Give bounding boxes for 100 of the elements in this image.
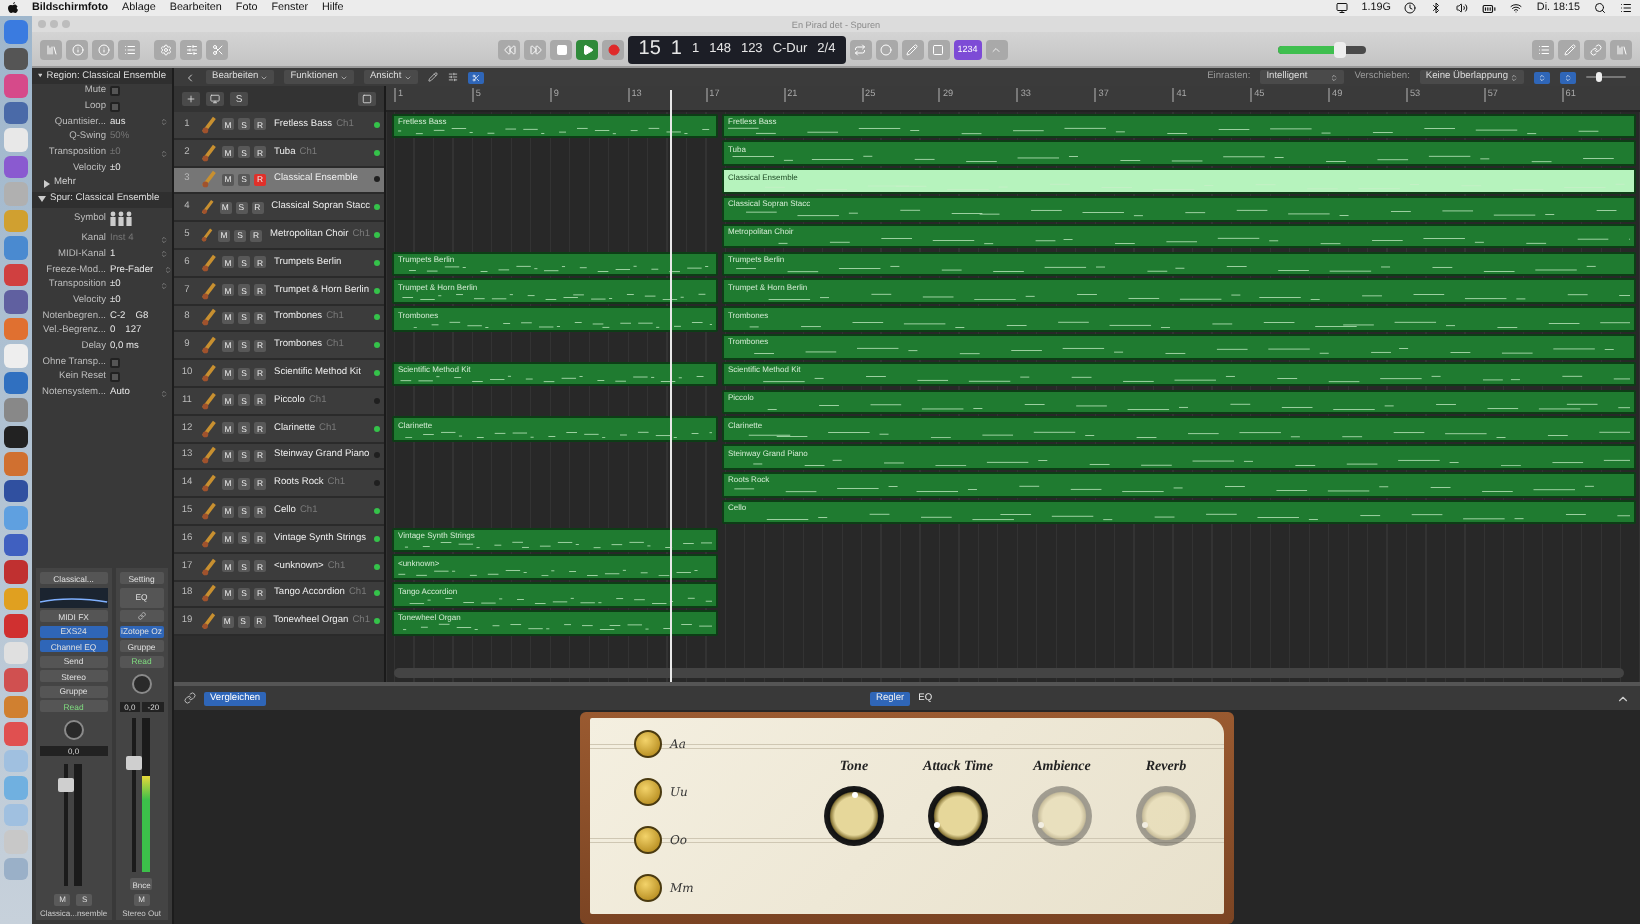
checkbox[interactable] [110,86,120,97]
eq-curve-drawing[interactable] [40,587,108,607]
play-button[interactable] [576,39,599,59]
search-icon[interactable] [1594,2,1606,14]
articulation-button[interactable] [634,778,662,806]
browser-button[interactable] [1610,39,1632,59]
record-button[interactable] [602,39,625,59]
collapse-icon[interactable] [1616,691,1630,705]
library-icon[interactable] [45,43,57,55]
square-icon[interactable] [362,94,372,104]
volume-icon[interactable] [1456,2,1469,14]
fast-forward-button[interactable] [524,39,547,59]
instrument-icon [200,419,218,438]
clock-icon[interactable] [1404,2,1417,14]
record-icon[interactable] [607,43,620,55]
checkbox[interactable] [110,102,120,113]
scissors-icon[interactable] [471,73,480,81]
list-editor-button[interactable] [1532,39,1554,59]
zoom-slider-thumb[interactable] [1595,71,1601,82]
checkbox[interactable] [110,357,120,368]
info-icon[interactable] [71,43,83,55]
articulation-button[interactable] [634,874,662,902]
metronome-button[interactable] [875,39,898,59]
instrument-icon [200,143,218,162]
instrument-icon [200,198,216,217]
lcd-value: 1 [670,38,682,60]
settings-icon[interactable] [159,43,171,55]
apple-logo-icon[interactable] [8,2,18,14]
library-icon[interactable] [1615,43,1627,55]
choir-icon[interactable] [110,210,132,229]
link-icon[interactable] [137,611,146,619]
play-icon[interactable] [581,43,594,55]
scissors-button[interactable] [206,39,228,59]
horizontal-scrollbar[interactable] [394,668,1624,678]
circle-icon[interactable] [880,43,893,55]
rewind-button[interactable] [498,39,521,59]
zoom-button[interactable] [1560,71,1576,83]
sliders-icon[interactable] [185,43,197,55]
articulation-button[interactable] [634,730,662,758]
pencil-button[interactable] [901,39,924,59]
stop-button[interactable] [550,39,573,59]
flex-button[interactable] [467,71,484,83]
fast-forward-icon[interactable] [529,43,542,55]
add-track-button[interactable] [182,92,200,106]
toolbar-button[interactable] [118,39,140,59]
list-icon[interactable] [1620,2,1632,14]
fader-track[interactable] [64,763,69,886]
inspector-button[interactable] [66,39,88,59]
instrument-icon [200,115,218,134]
cycle-button[interactable] [849,39,872,59]
stop-icon[interactable] [555,43,568,55]
info-icon[interactable] [97,43,109,55]
instrument-icon [200,308,218,327]
stepper-icon[interactable] [1564,73,1572,81]
lcd-value: 15 [638,38,661,60]
wifi-icon[interactable] [1510,2,1523,14]
disclosure-triangle-icon[interactable] [38,72,43,80]
link-icon[interactable] [184,692,196,704]
monitor-icon[interactable] [1335,2,1348,14]
link-button[interactable] [119,610,164,622]
volume-thumb[interactable] [1333,41,1346,57]
mixer-button[interactable] [180,39,202,59]
catch-button[interactable] [1534,71,1550,83]
sliders-icon[interactable] [447,72,458,82]
stepper-icon[interactable] [1538,73,1546,81]
master-volume-slider[interactable] [1278,45,1366,53]
loops-button[interactable] [1584,39,1606,59]
battery-icon[interactable] [1482,1,1497,15]
help-button[interactable] [92,39,114,59]
fader-handle[interactable] [58,778,75,793]
back-icon[interactable] [184,71,196,83]
checkbox[interactable] [110,372,120,383]
rotary-knob[interactable] [928,786,988,846]
replace-button[interactable] [927,39,950,59]
fader-handle[interactable] [126,756,143,771]
library-button[interactable] [40,39,62,59]
pencil-icon[interactable] [427,72,438,82]
rotary-knob[interactable] [824,786,884,846]
app-icon[interactable] [4,479,28,502]
instrument-icon [200,336,218,355]
fader-track[interactable] [132,718,137,871]
pan-knob[interactable] [63,719,84,739]
rewind-icon[interactable] [503,43,516,55]
settings-button[interactable] [154,39,176,59]
bluetooth-icon[interactable] [1430,2,1443,14]
stepper-icon[interactable] [163,266,172,275]
track-icon-button[interactable] [206,92,224,106]
articulation-button[interactable] [634,826,662,854]
pan-knob[interactable] [131,674,152,694]
cycle-icon[interactable] [854,43,867,55]
scissors-icon[interactable] [211,43,223,55]
tuner-button[interactable] [985,39,1008,59]
notepad-button[interactable] [1558,39,1580,59]
app-icon[interactable] [4,425,28,448]
stepper-icon[interactable] [1510,73,1518,81]
track-menu-button[interactable] [358,92,376,106]
instrument-icon [200,557,218,576]
instrument-icon [200,446,218,465]
plus-icon[interactable] [186,94,196,104]
instrument-icon [200,364,218,383]
